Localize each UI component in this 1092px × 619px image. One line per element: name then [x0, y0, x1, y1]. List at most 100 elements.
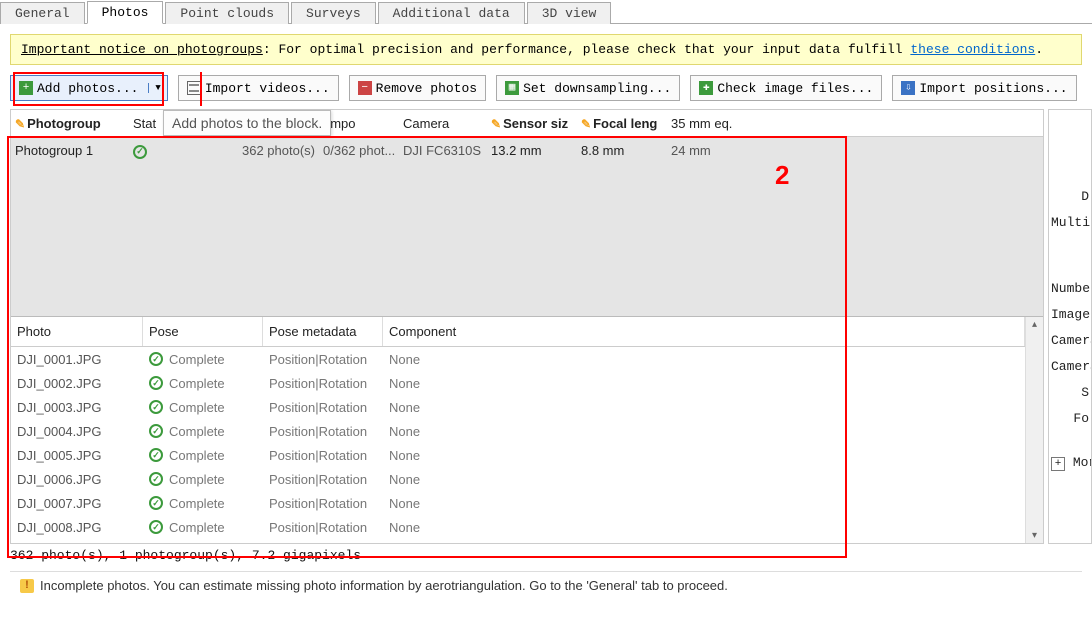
photogroup-component: 0/362 phot...	[319, 143, 399, 158]
prop-more[interactable]: + Mor	[1051, 450, 1089, 476]
photo-component: None	[383, 520, 1025, 535]
photogroup-sensor: 13.2 mm	[487, 143, 577, 158]
check-image-files-button[interactable]: ✚ Check image files...	[690, 75, 882, 101]
toolbar: + Add photos... ▼ Import videos... − Rem…	[0, 75, 1092, 109]
photo-row[interactable]: DJI_0002.JPG✓CompletePosition|RotationNo…	[11, 371, 1025, 395]
photo-list: DJI_0001.JPG✓CompletePosition|RotationNo…	[11, 347, 1025, 539]
col-photogroup[interactable]: Photogroup	[11, 116, 129, 131]
photo-row[interactable]: DJI_0005.JPG✓CompletePosition|RotationNo…	[11, 443, 1025, 467]
photogroup-focal: 8.8 mm	[577, 143, 667, 158]
scrollbar-vertical[interactable]: ▴ ▾	[1025, 317, 1043, 543]
pose-ok-icon: ✓	[149, 448, 163, 462]
film-icon	[187, 81, 201, 95]
photo-header-row: Photo Pose Pose metadata Component	[11, 317, 1025, 347]
photo-pose: ✓Complete	[143, 520, 263, 535]
add-photos-label: Add photos...	[37, 81, 138, 96]
photo-pose: ✓Complete	[143, 496, 263, 511]
set-downsampling-button[interactable]: ▦ Set downsampling...	[496, 75, 680, 101]
scroll-down-icon[interactable]: ▾	[1032, 530, 1037, 541]
add-photos-button[interactable]: + Add photos... ▼	[10, 75, 168, 101]
photogroup-row[interactable]: Photogroup 1 ✓ 362 photo(s) 0/362 phot..…	[11, 137, 1043, 164]
photo-row[interactable]: DJI_0006.JPG✓CompletePosition|RotationNo…	[11, 467, 1025, 491]
warning-icon: !	[20, 579, 34, 593]
col-sensor-size[interactable]: Sensor siz	[487, 116, 577, 131]
photo-pose-metadata: Position|Rotation	[263, 520, 383, 535]
photo-filename: DJI_0006.JPG	[11, 472, 143, 487]
tab-photos[interactable]: Photos	[87, 1, 164, 24]
tab-3d-view[interactable]: 3D view	[527, 2, 612, 24]
photo-pose-metadata: Position|Rotation	[263, 496, 383, 511]
check-image-files-label: Check image files...	[717, 81, 873, 96]
col-focal-length[interactable]: Focal leng	[577, 116, 667, 131]
status-ok-icon: ✓	[133, 145, 147, 159]
photo-pose: ✓Complete	[143, 400, 263, 415]
prop-line-2: Multi-	[1051, 210, 1089, 236]
add-photos-icon: +	[19, 81, 33, 95]
properties-panel: D Multi- Number Image Camera Camera S Fo…	[1048, 109, 1092, 544]
set-downsampling-label: Set downsampling...	[523, 81, 671, 96]
plus-icon[interactable]: +	[1051, 457, 1065, 471]
photo-pose-metadata: Position|Rotation	[263, 448, 383, 463]
photo-pose-metadata: Position|Rotation	[263, 352, 383, 367]
photogroup-35eq: 24 mm	[667, 143, 1043, 158]
photo-pose-metadata: Position|Rotation	[263, 376, 383, 391]
col-camera[interactable]: Camera	[399, 116, 487, 131]
photo-component: None	[383, 400, 1025, 415]
photo-pose: ✓Complete	[143, 352, 263, 367]
photo-row[interactable]: DJI_0001.JPG✓CompletePosition|RotationNo…	[11, 347, 1025, 371]
scroll-up-icon[interactable]: ▴	[1032, 319, 1037, 330]
notice-body: : For optimal precision and performance,…	[263, 42, 911, 57]
import-positions-icon: ⇩	[901, 81, 915, 95]
photo-row[interactable]: DJI_0008.JPG✓CompletePosition|RotationNo…	[11, 515, 1025, 539]
warning-text: Incomplete photos. You can estimate miss…	[40, 578, 728, 593]
pose-ok-icon: ✓	[149, 472, 163, 486]
photo-component: None	[383, 424, 1025, 439]
photogroup-photo-count: 362 photo(s)	[229, 143, 319, 158]
col-photo[interactable]: Photo	[11, 317, 143, 346]
photo-row[interactable]: DJI_0007.JPG✓CompletePosition|RotationNo…	[11, 491, 1025, 515]
prop-line-6: Camera	[1051, 354, 1089, 380]
photo-row[interactable]: DJI_0004.JPG✓CompletePosition|RotationNo…	[11, 419, 1025, 443]
tab-bar: General Photos Point clouds Surveys Addi…	[0, 0, 1092, 24]
check-files-icon: ✚	[699, 81, 713, 95]
photogroup-camera: DJI FC6310S	[399, 143, 487, 158]
status-warning: ! Incomplete photos. You can estimate mi…	[10, 571, 1082, 593]
prop-line-4: Image	[1051, 302, 1089, 328]
downsampling-icon: ▦	[505, 81, 519, 95]
photo-filename: DJI_0004.JPG	[11, 424, 143, 439]
prop-line-5: Camera	[1051, 328, 1089, 354]
photo-component: None	[383, 472, 1025, 487]
photo-filename: DJI_0005.JPG	[11, 448, 143, 463]
photo-filename: DJI_0007.JPG	[11, 496, 143, 511]
photo-pose-metadata: Position|Rotation	[263, 400, 383, 415]
notice-link[interactable]: these conditions	[910, 42, 1035, 57]
import-videos-button[interactable]: Import videos...	[178, 75, 339, 101]
import-videos-label: Import videos...	[205, 81, 330, 96]
pose-ok-icon: ✓	[149, 424, 163, 438]
tab-point-clouds[interactable]: Point clouds	[165, 2, 289, 24]
import-positions-button[interactable]: ⇩ Import positions...	[892, 75, 1076, 101]
tooltip: Add photos to the block.	[163, 110, 331, 136]
col-pose[interactable]: Pose	[143, 317, 263, 346]
photo-component: None	[383, 448, 1025, 463]
photo-pose: ✓Complete	[143, 376, 263, 391]
photo-pose: ✓Complete	[143, 448, 263, 463]
tab-general[interactable]: General	[0, 2, 85, 24]
notice-bar: Important notice on photogroups: For opt…	[10, 34, 1082, 65]
photo-row[interactable]: DJI_0003.JPG✓CompletePosition|RotationNo…	[11, 395, 1025, 419]
import-positions-label: Import positions...	[919, 81, 1067, 96]
col-pose-metadata[interactable]: Pose metadata	[263, 317, 383, 346]
photo-filename: DJI_0002.JPG	[11, 376, 143, 391]
photo-filename: DJI_0001.JPG	[11, 352, 143, 367]
prop-line-8: Fo	[1051, 406, 1089, 432]
pose-ok-icon: ✓	[149, 352, 163, 366]
col-photo-component[interactable]: Component	[383, 317, 1025, 346]
tab-surveys[interactable]: Surveys	[291, 2, 376, 24]
pose-ok-icon: ✓	[149, 496, 163, 510]
remove-photos-icon: −	[358, 81, 372, 95]
col-35mm-eq[interactable]: 35 mm eq.	[667, 116, 1043, 131]
add-photos-dropdown[interactable]: ▼	[148, 83, 166, 93]
remove-photos-button[interactable]: − Remove photos	[349, 75, 486, 101]
photo-pose-metadata: Position|Rotation	[263, 472, 383, 487]
tab-additional-data[interactable]: Additional data	[378, 2, 525, 24]
